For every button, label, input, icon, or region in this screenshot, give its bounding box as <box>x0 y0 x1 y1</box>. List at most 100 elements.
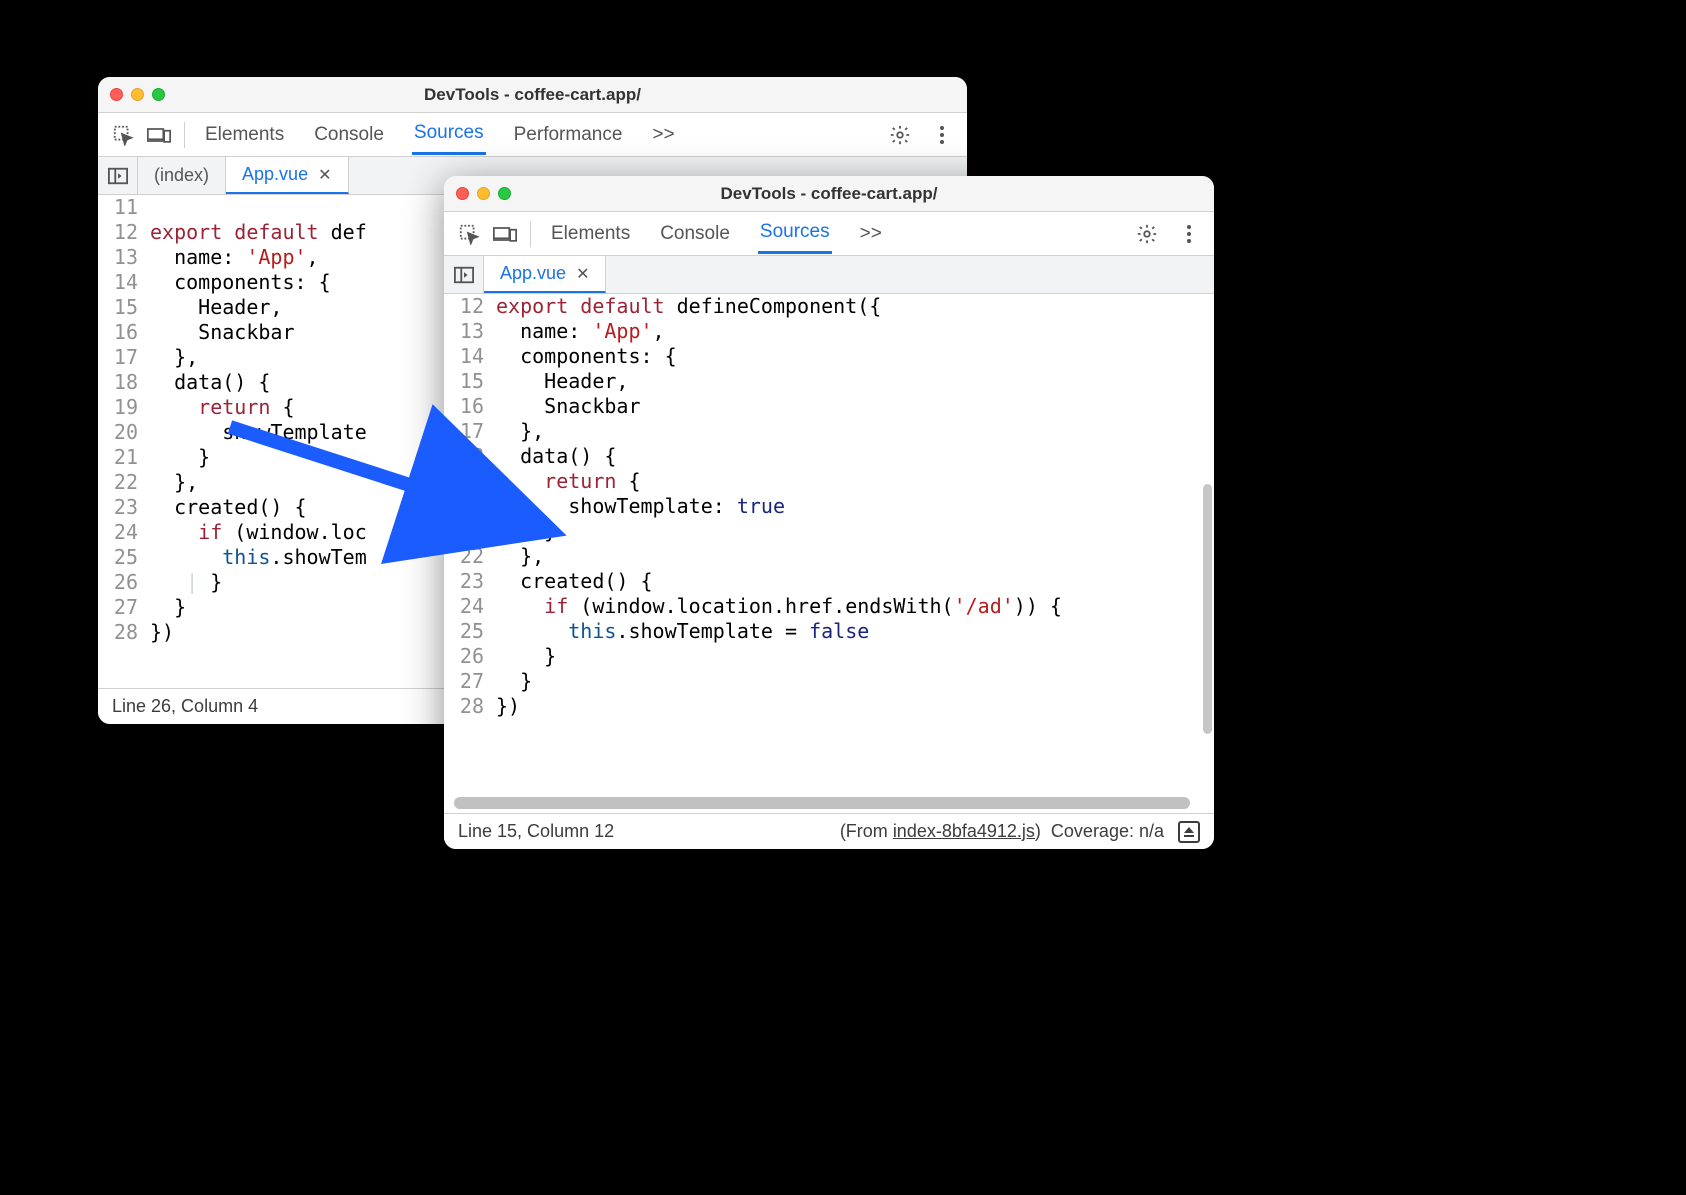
line-number: 22 <box>98 470 150 495</box>
code-text: name: 'App', <box>496 319 665 344</box>
line-number: 25 <box>444 619 496 644</box>
line-number: 21 <box>444 519 496 544</box>
tab-elements[interactable]: Elements <box>549 215 632 253</box>
code-line[interactable]: 27 } <box>444 669 1214 694</box>
code-line[interactable]: 17 }, <box>444 419 1214 444</box>
code-line[interactable]: 19 return { <box>444 469 1214 494</box>
line-number: 20 <box>444 494 496 519</box>
device-icon[interactable] <box>142 118 176 152</box>
code-text: export default def <box>150 220 367 245</box>
code-text: } <box>496 644 556 669</box>
close-icon[interactable] <box>456 187 469 200</box>
device-icon[interactable] <box>488 217 522 251</box>
source-map-link[interactable]: index-8bfa4912.js <box>893 821 1035 841</box>
code-line[interactable]: 23 created() { <box>444 569 1214 594</box>
code-text: Snackbar <box>496 394 641 419</box>
tab-more[interactable]: >> <box>858 215 884 253</box>
code-text: data() { <box>150 370 270 395</box>
window-title: DevTools - coffee-cart.app/ <box>98 85 967 105</box>
code-text: export default defineComponent({ <box>496 294 881 319</box>
code-line[interactable]: 15 Header, <box>444 369 1214 394</box>
code-text: this.showTemplate = false <box>496 619 869 644</box>
separator <box>184 122 185 148</box>
code-line[interactable]: 24 if (window.location.href.endsWith('/a… <box>444 594 1214 619</box>
line-number: 13 <box>444 319 496 344</box>
cursor-position: Line 26, Column 4 <box>112 696 258 717</box>
line-number: 24 <box>444 594 496 619</box>
line-number: 14 <box>98 270 150 295</box>
tab-sources[interactable]: Sources <box>758 213 832 254</box>
line-number: 13 <box>98 245 150 270</box>
maximize-icon[interactable] <box>498 187 511 200</box>
line-number: 26 <box>98 570 150 595</box>
navigator-toggle-icon[interactable] <box>444 256 484 293</box>
code-text: showTemplate: true <box>496 494 785 519</box>
code-text: return { <box>496 469 641 494</box>
kebab-icon[interactable] <box>925 118 959 152</box>
code-text: } <box>496 669 532 694</box>
minimize-icon[interactable] <box>477 187 490 200</box>
tab-console[interactable]: Console <box>658 215 732 253</box>
line-number: 27 <box>98 595 150 620</box>
maximize-icon[interactable] <box>152 88 165 101</box>
line-number: 14 <box>444 344 496 369</box>
line-number: 24 <box>98 520 150 545</box>
code-text: components: { <box>496 344 677 369</box>
drawer-toggle-icon[interactable] <box>1178 821 1200 843</box>
code-text: | } <box>150 570 222 595</box>
separator <box>530 221 531 247</box>
code-text: name: 'App', <box>150 245 319 270</box>
gear-icon[interactable] <box>883 118 917 152</box>
minimize-icon[interactable] <box>131 88 144 101</box>
file-tab-label: (index) <box>154 165 209 186</box>
line-number: 19 <box>444 469 496 494</box>
tab-performance[interactable]: Performance <box>512 116 625 154</box>
file-tab-label: App.vue <box>500 263 566 284</box>
code-line[interactable]: 20 showTemplate: true <box>444 494 1214 519</box>
traffic-lights <box>456 187 511 200</box>
close-icon[interactable]: ✕ <box>318 165 331 185</box>
line-number: 25 <box>98 545 150 570</box>
tab-console[interactable]: Console <box>312 116 386 154</box>
code-line[interactable]: 28}) <box>444 694 1214 719</box>
code-text: }) <box>150 620 174 645</box>
code-line[interactable]: 12export default defineComponent({ <box>444 294 1214 319</box>
code-line[interactable]: 18 data() { <box>444 444 1214 469</box>
code-line[interactable]: 21 } <box>444 519 1214 544</box>
tab-more[interactable]: >> <box>650 116 676 154</box>
coverage-status: Coverage: n/a <box>1051 821 1164 842</box>
gear-icon[interactable] <box>1130 217 1164 251</box>
inspect-icon[interactable] <box>106 118 140 152</box>
file-tab-app-vue[interactable]: App.vue ✕ <box>484 256 606 293</box>
panel-toolbar: Elements Console Sources >> <box>444 212 1214 256</box>
code-line[interactable]: 13 name: 'App', <box>444 319 1214 344</box>
code-line[interactable]: 14 components: { <box>444 344 1214 369</box>
titlebar[interactable]: DevTools - coffee-cart.app/ <box>444 176 1214 212</box>
close-icon[interactable]: ✕ <box>576 264 589 284</box>
code-line[interactable]: 25 this.showTemplate = false <box>444 619 1214 644</box>
statusbar: Line 15, Column 12 (From index-8bfa4912.… <box>444 813 1214 849</box>
code-text: }, <box>496 419 544 444</box>
code-text: } <box>150 445 210 470</box>
kebab-icon[interactable] <box>1172 217 1206 251</box>
code-text: Snackbar <box>150 320 295 345</box>
titlebar[interactable]: DevTools - coffee-cart.app/ <box>98 77 967 113</box>
code-editor[interactable]: 12export default defineComponent({13 nam… <box>444 294 1214 813</box>
panel-tabs: Elements Console Sources Performance >> <box>203 114 881 155</box>
vertical-scrollbar[interactable] <box>1203 484 1212 734</box>
file-tab-app-vue[interactable]: App.vue ✕ <box>226 157 348 194</box>
file-tab-index[interactable]: (index) <box>138 157 226 194</box>
close-icon[interactable] <box>110 88 123 101</box>
horizontal-scrollbar[interactable] <box>454 797 1190 809</box>
code-line[interactable]: 22 }, <box>444 544 1214 569</box>
code-line[interactable]: 16 Snackbar <box>444 394 1214 419</box>
code-text: if (window.loc <box>150 520 367 545</box>
code-text: data() { <box>496 444 616 469</box>
inspect-icon[interactable] <box>452 217 486 251</box>
tab-sources[interactable]: Sources <box>412 114 486 155</box>
navigator-toggle-icon[interactable] <box>98 157 138 194</box>
code-line[interactable]: 26 } <box>444 644 1214 669</box>
line-number: 16 <box>444 394 496 419</box>
line-number: 16 <box>98 320 150 345</box>
tab-elements[interactable]: Elements <box>203 116 286 154</box>
